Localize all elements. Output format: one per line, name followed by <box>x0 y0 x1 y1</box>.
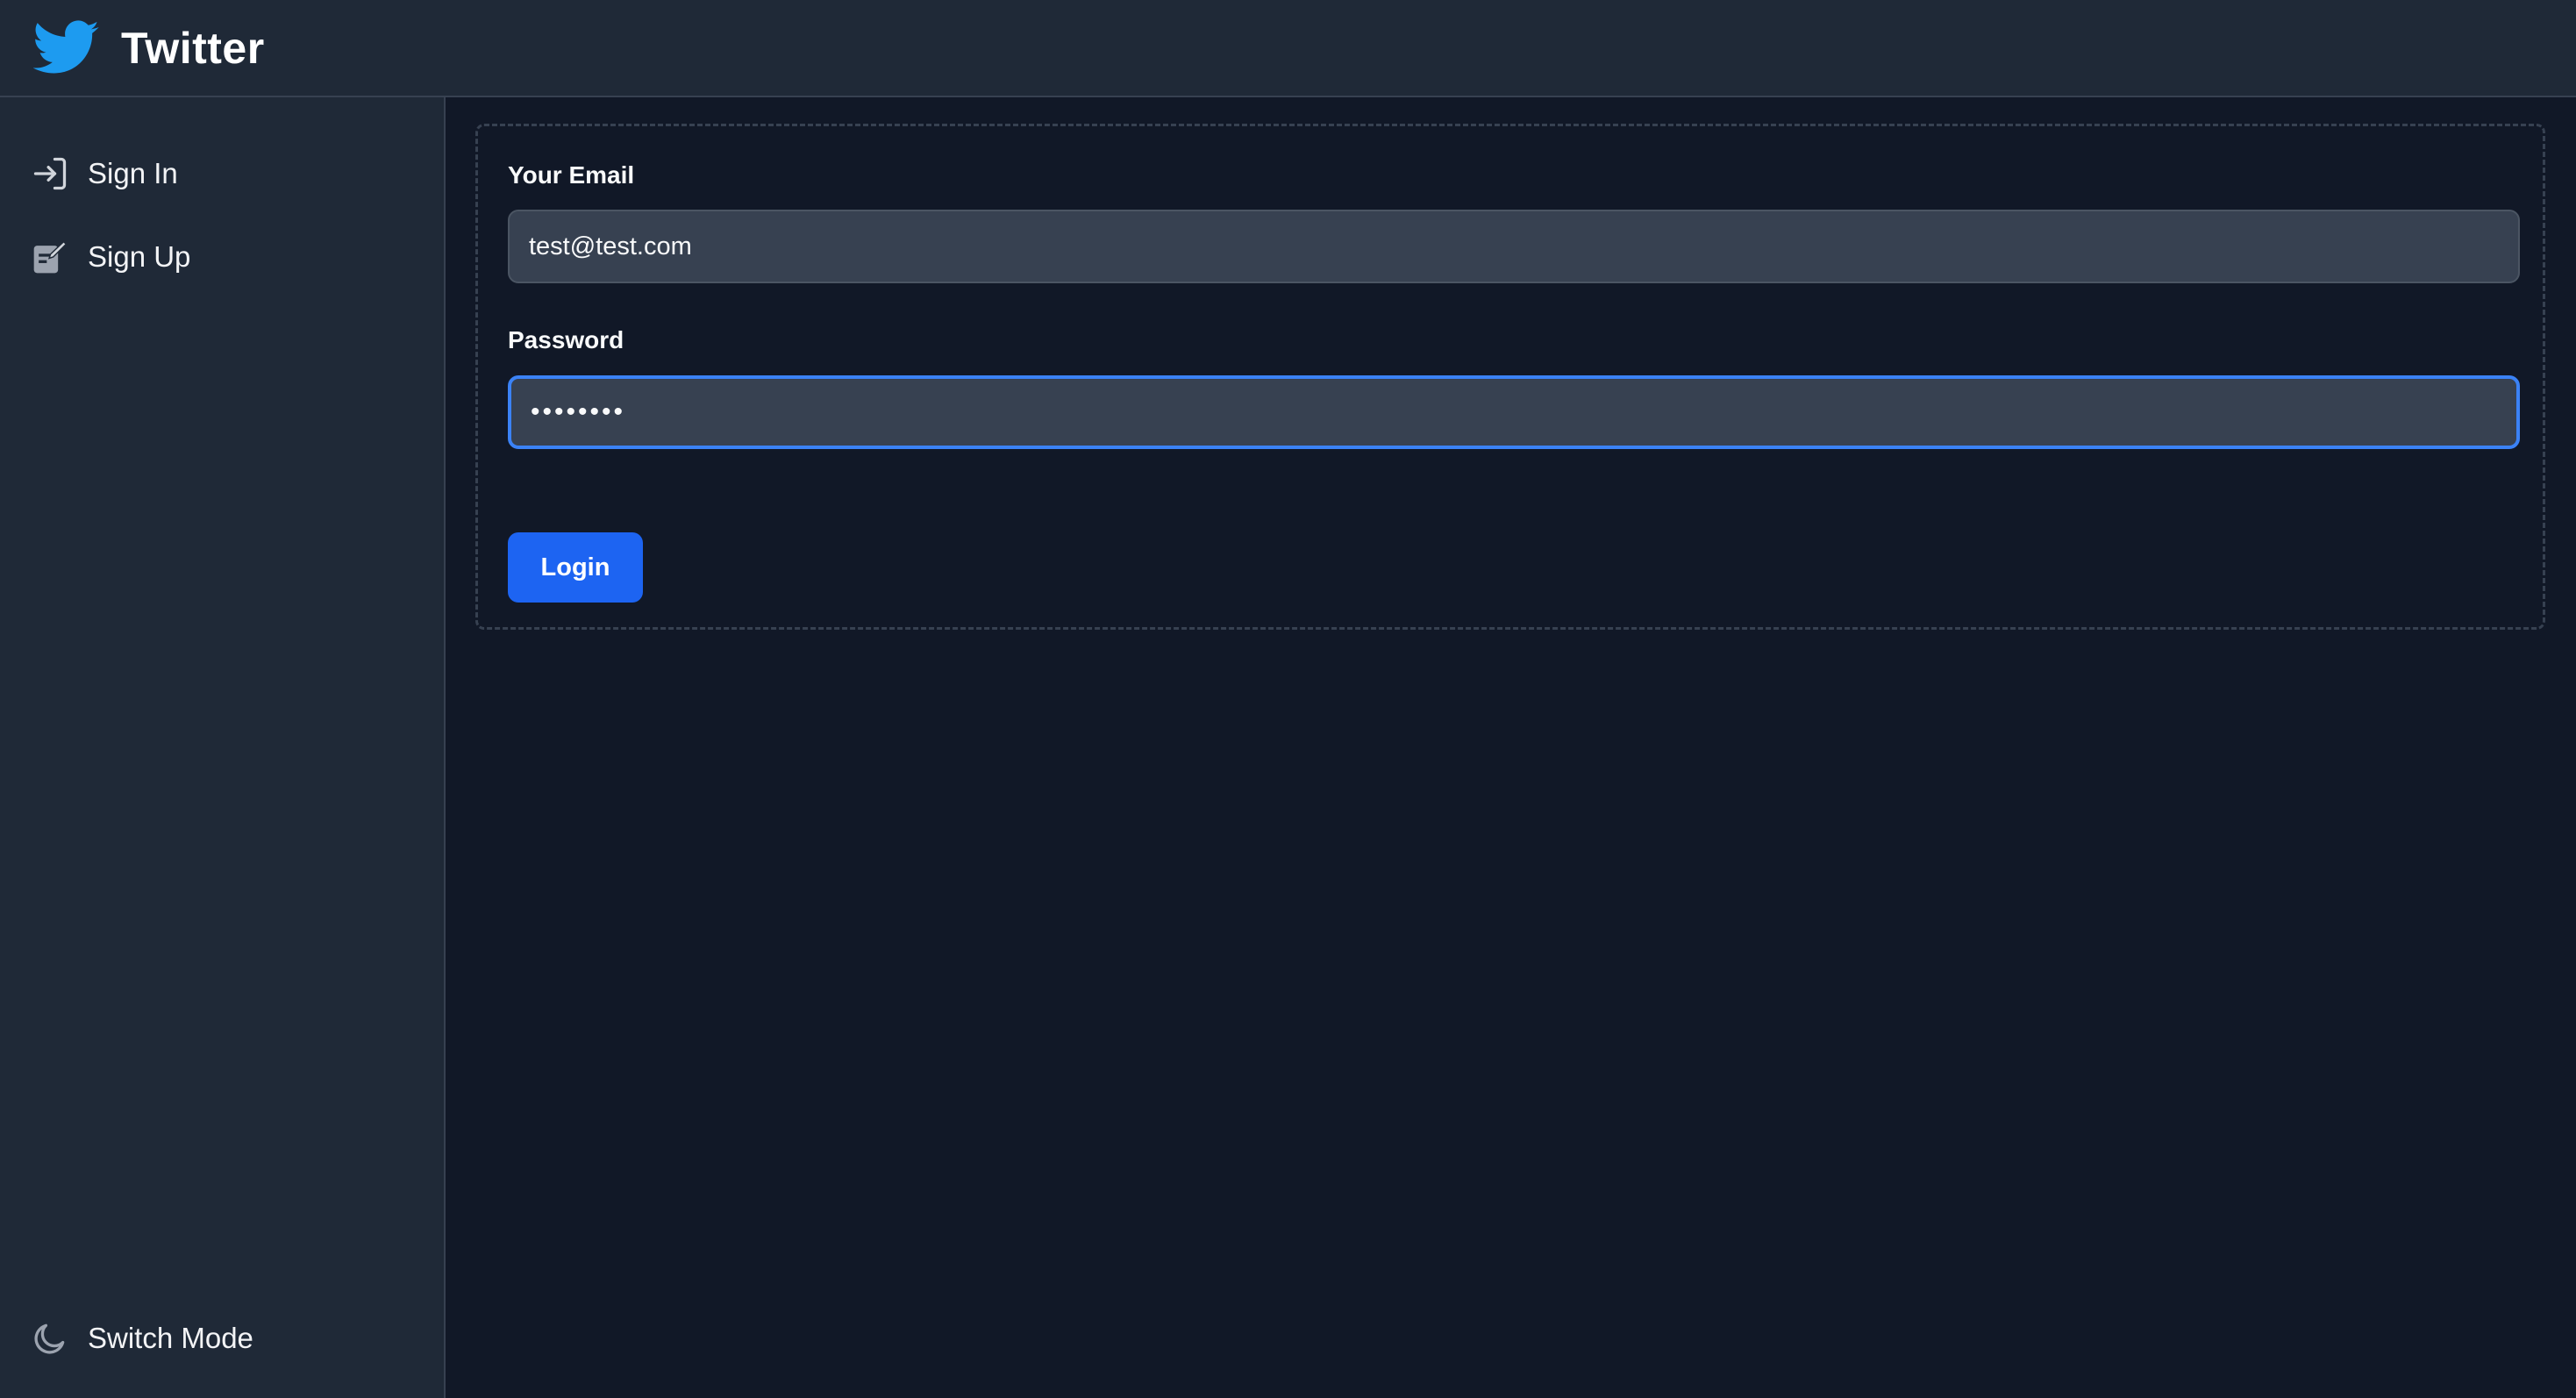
twitter-bird-icon <box>33 19 100 75</box>
switch-mode-label: Switch Mode <box>88 1322 253 1354</box>
sidebar-item-sign-up[interactable]: Sign Up <box>30 231 190 283</box>
email-field[interactable] <box>508 210 2520 283</box>
main-content: Your Email Password Login <box>447 99 2576 1398</box>
top-bar: Twitter <box>0 0 2576 97</box>
sidebar-item-sign-in[interactable]: Sign In <box>30 147 178 200</box>
sidebar: Sign In Sign Up Switch Mode <box>0 97 446 1398</box>
switch-mode-button[interactable]: Switch Mode <box>30 1312 253 1365</box>
email-label: Your Email <box>508 161 635 189</box>
password-label: Password <box>508 326 624 353</box>
sidebar-item-label: Sign In <box>88 157 178 189</box>
sidebar-item-label: Sign Up <box>88 240 191 273</box>
app-title: Twitter <box>121 23 265 73</box>
sign-up-icon <box>30 237 70 277</box>
sign-in-icon <box>30 153 70 194</box>
password-field[interactable] <box>508 375 2520 449</box>
login-button[interactable]: Login <box>508 532 643 603</box>
login-form: Your Email Password Login <box>475 124 2545 630</box>
moon-icon <box>30 1318 70 1359</box>
